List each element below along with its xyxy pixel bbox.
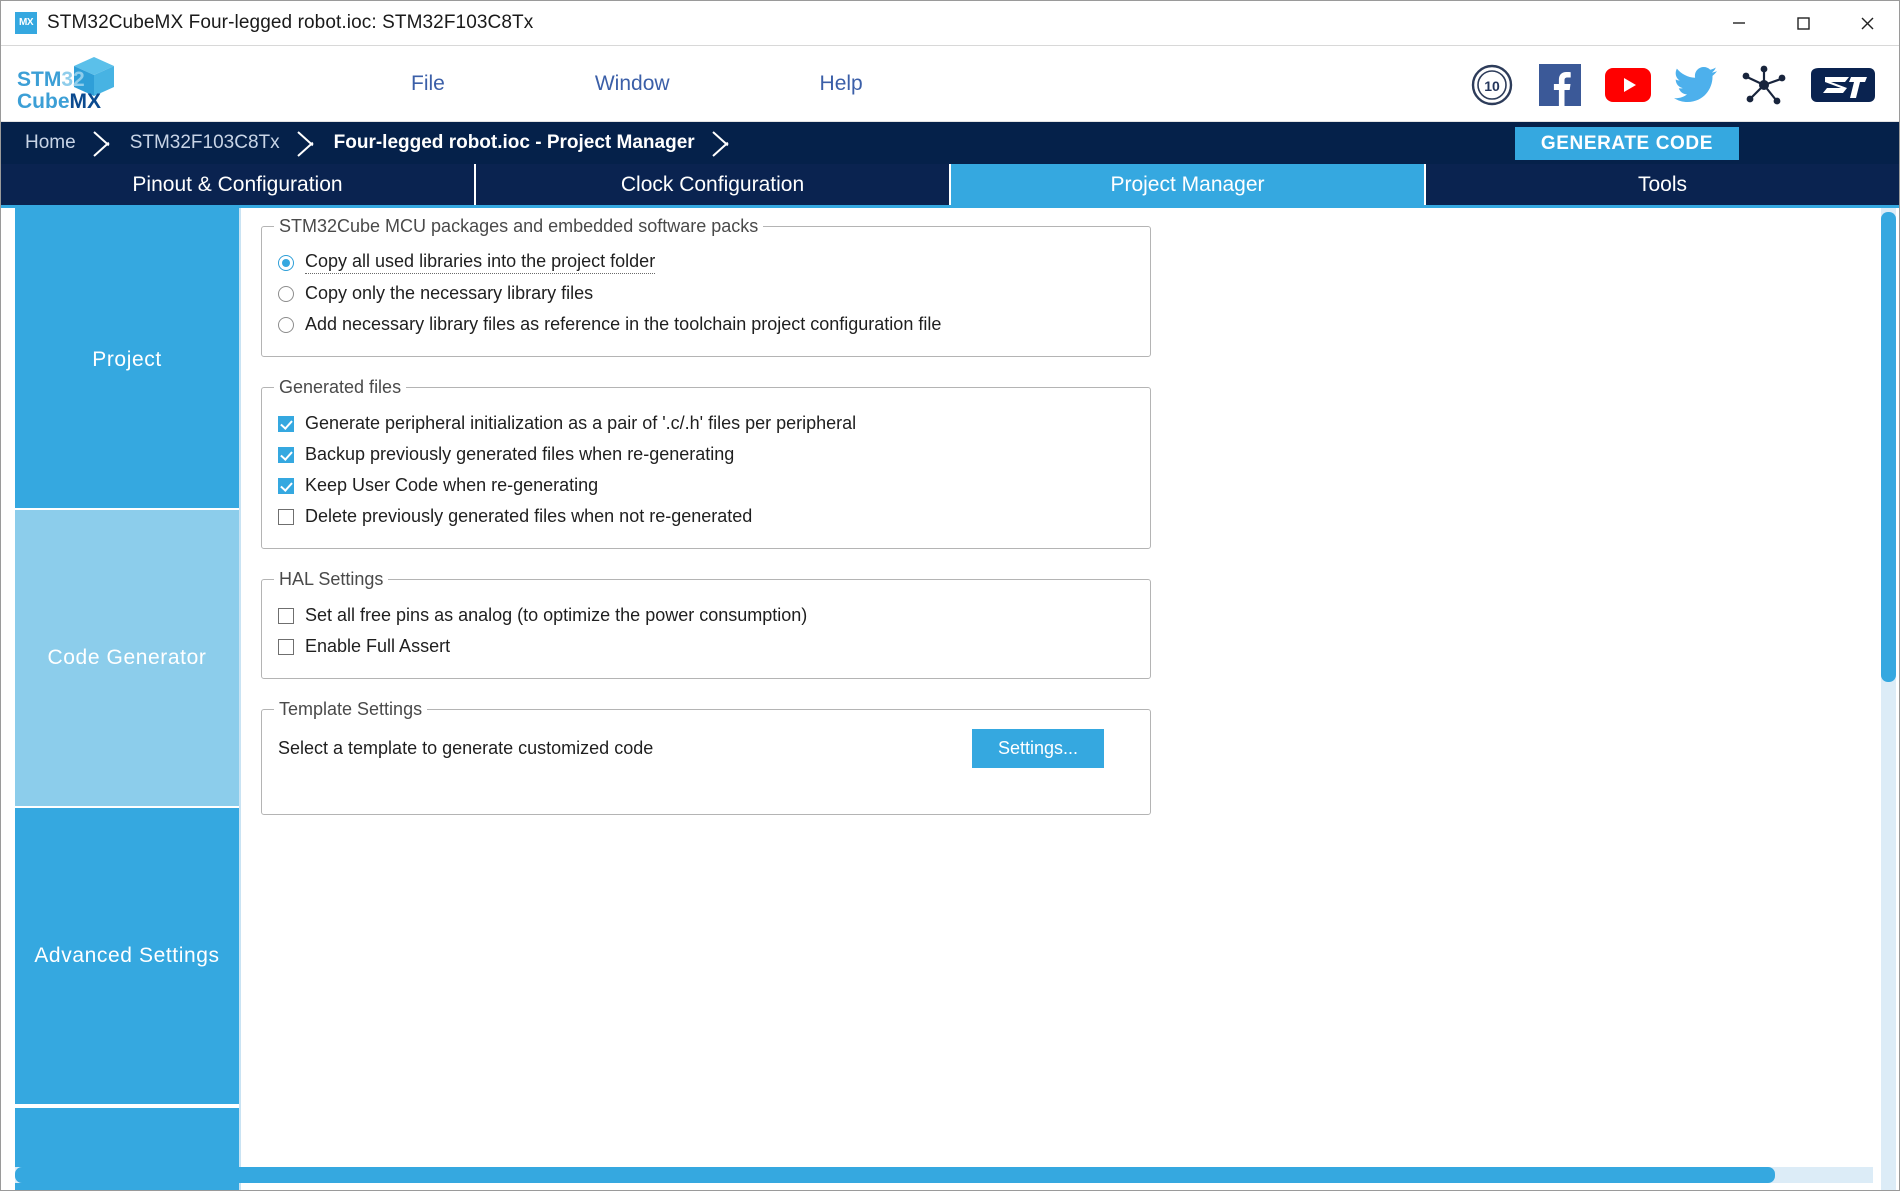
checkbox-icon[interactable] <box>278 415 294 432</box>
sidebar-item-project[interactable]: Project <box>15 212 239 510</box>
radio-icon[interactable] <box>278 285 294 302</box>
cubemx-logo: STM32 CubeMX <box>13 53 131 115</box>
application-window: MX STM32CubeMX Four-legged robot.ioc: ST… <box>0 0 1900 1191</box>
group-mcu-packages: STM32Cube MCU packages and embedded soft… <box>261 216 1151 357</box>
checkbox-keep-user-code[interactable]: Keep User Code when re-generating <box>278 470 1134 501</box>
st-logo-icon[interactable] <box>1809 62 1877 108</box>
maximize-icon <box>1797 17 1810 30</box>
facebook-icon[interactable] <box>1537 62 1583 108</box>
radio-copy-all-libraries[interactable]: Copy all used libraries into the project… <box>278 247 1134 278</box>
community-network-icon[interactable] <box>1741 62 1787 108</box>
maximize-button[interactable] <box>1771 1 1835 45</box>
radio-copy-necessary-libraries[interactable]: Copy only the necessary library files <box>278 278 1134 309</box>
close-icon <box>1861 17 1874 30</box>
option-label: Copy all used libraries into the project… <box>305 251 656 274</box>
minimize-icon <box>1733 22 1745 24</box>
body-area: Project Code Generator Advanced Settings… <box>1 208 1899 1190</box>
logo-cube: Cube <box>17 89 70 113</box>
checkbox-enable-full-assert[interactable]: Enable Full Assert <box>278 631 1134 662</box>
logo-wordmark: STM32 CubeMX <box>17 67 102 113</box>
tab-tools[interactable]: Tools <box>1426 164 1899 205</box>
breadcrumb-chevron-icon <box>294 122 320 164</box>
radio-icon[interactable] <box>278 254 294 271</box>
checkbox-icon[interactable] <box>278 446 294 463</box>
template-settings-row: Select a template to generate customized… <box>278 728 1134 768</box>
window-title: STM32CubeMX Four-legged robot.ioc: STM32… <box>47 12 534 33</box>
breadcrumb: Home STM32F103C8Tx Four-legged robot.ioc… <box>1 122 1899 164</box>
radio-icon[interactable] <box>278 316 294 333</box>
title-bar: MX STM32CubeMX Four-legged robot.ioc: ST… <box>1 1 1899 46</box>
group-generated-files: Generated files Generate peripheral init… <box>261 377 1151 549</box>
horizontal-scrollbar[interactable] <box>15 1167 1893 1186</box>
tab-pinout-configuration[interactable]: Pinout & Configuration <box>1 164 476 205</box>
breadcrumb-item-home[interactable]: Home <box>11 122 90 164</box>
group-template-settings: Template Settings Select a template to g… <box>261 699 1151 815</box>
checkbox-icon[interactable] <box>278 508 294 525</box>
social-links: 10 <box>1469 62 1877 108</box>
window-controls <box>1707 1 1899 45</box>
minimize-button[interactable] <box>1707 1 1771 45</box>
youtube-icon[interactable] <box>1605 62 1651 108</box>
logo-mx: MX <box>69 89 102 113</box>
checkbox-set-free-pins-analog[interactable]: Set all free pins as analog (to optimize… <box>278 600 1134 631</box>
group-title: Template Settings <box>274 699 428 720</box>
menu-item-file[interactable]: File <box>411 72 445 96</box>
checkbox-icon[interactable] <box>278 607 294 624</box>
breadcrumb-item-current[interactable]: Four-legged robot.ioc - Project Manager <box>320 122 709 164</box>
ten-years-badge-icon[interactable]: 10 <box>1469 62 1515 108</box>
template-settings-button[interactable]: Settings... <box>971 728 1104 768</box>
menu-strip: STM32 CubeMX File Window Help 10 <box>1 46 1899 122</box>
checkbox-icon[interactable] <box>278 477 294 494</box>
group-hal-settings: HAL Settings Set all free pins as analog… <box>261 569 1151 679</box>
option-label: Backup previously generated files when r… <box>305 444 735 464</box>
option-label: Set all free pins as analog (to optimize… <box>305 605 808 625</box>
group-title: HAL Settings <box>274 569 389 590</box>
sidebar-item-code-generator[interactable]: Code Generator <box>15 510 239 808</box>
template-description: Select a template to generate customized… <box>278 737 654 758</box>
sidebar: Project Code Generator Advanced Settings <box>15 208 239 1190</box>
radio-add-library-reference[interactable]: Add necessary library files as reference… <box>278 309 1134 340</box>
logo-32: 32 <box>61 67 85 91</box>
option-label: Copy only the necessary library files <box>305 283 594 303</box>
option-label: Keep User Code when re-generating <box>305 475 599 495</box>
content-panel: STM32Cube MCU packages and embedded soft… <box>239 208 1899 1190</box>
option-label: Enable Full Assert <box>305 636 451 656</box>
logo-stm: STM <box>17 67 62 91</box>
option-label: Add necessary library files as reference… <box>305 314 942 334</box>
group-title: Generated files <box>274 377 407 398</box>
option-label: Generate peripheral initialization as a … <box>305 413 857 433</box>
checkbox-icon[interactable] <box>278 638 294 655</box>
main-tabs: Pinout & Configuration Clock Configurati… <box>1 164 1899 208</box>
generate-code-button[interactable]: GENERATE CODE <box>1514 127 1739 160</box>
checkbox-backup-generated-files[interactable]: Backup previously generated files when r… <box>278 439 1134 470</box>
close-button[interactable] <box>1835 1 1899 45</box>
horizontal-scrollbar-track[interactable] <box>15 1167 1873 1183</box>
sidebar-item-advanced-settings[interactable]: Advanced Settings <box>15 808 239 1106</box>
tab-project-manager[interactable]: Project Manager <box>951 164 1426 205</box>
tab-clock-configuration[interactable]: Clock Configuration <box>476 164 951 205</box>
svg-text:10: 10 <box>1484 78 1500 94</box>
mx-icon: MX <box>15 12 37 34</box>
menu-bar: File Window Help <box>411 72 863 96</box>
vertical-scrollbar[interactable] <box>1881 208 1896 1190</box>
breadcrumb-chevron-icon <box>709 122 735 164</box>
checkbox-generate-peripheral-init[interactable]: Generate peripheral initialization as a … <box>278 408 1134 439</box>
menu-item-help[interactable]: Help <box>820 72 863 96</box>
menu-item-window[interactable]: Window <box>595 72 670 96</box>
breadcrumb-item-mcu[interactable]: STM32F103C8Tx <box>116 122 294 164</box>
checkbox-delete-generated-files[interactable]: Delete previously generated files when n… <box>278 501 1134 532</box>
option-label: Delete previously generated files when n… <box>305 506 753 526</box>
horizontal-scrollbar-thumb[interactable] <box>15 1167 1775 1183</box>
group-title: STM32Cube MCU packages and embedded soft… <box>274 216 764 237</box>
twitter-icon[interactable] <box>1673 62 1719 108</box>
vertical-scrollbar-thumb[interactable] <box>1881 212 1896 682</box>
breadcrumb-chevron-icon <box>90 122 116 164</box>
